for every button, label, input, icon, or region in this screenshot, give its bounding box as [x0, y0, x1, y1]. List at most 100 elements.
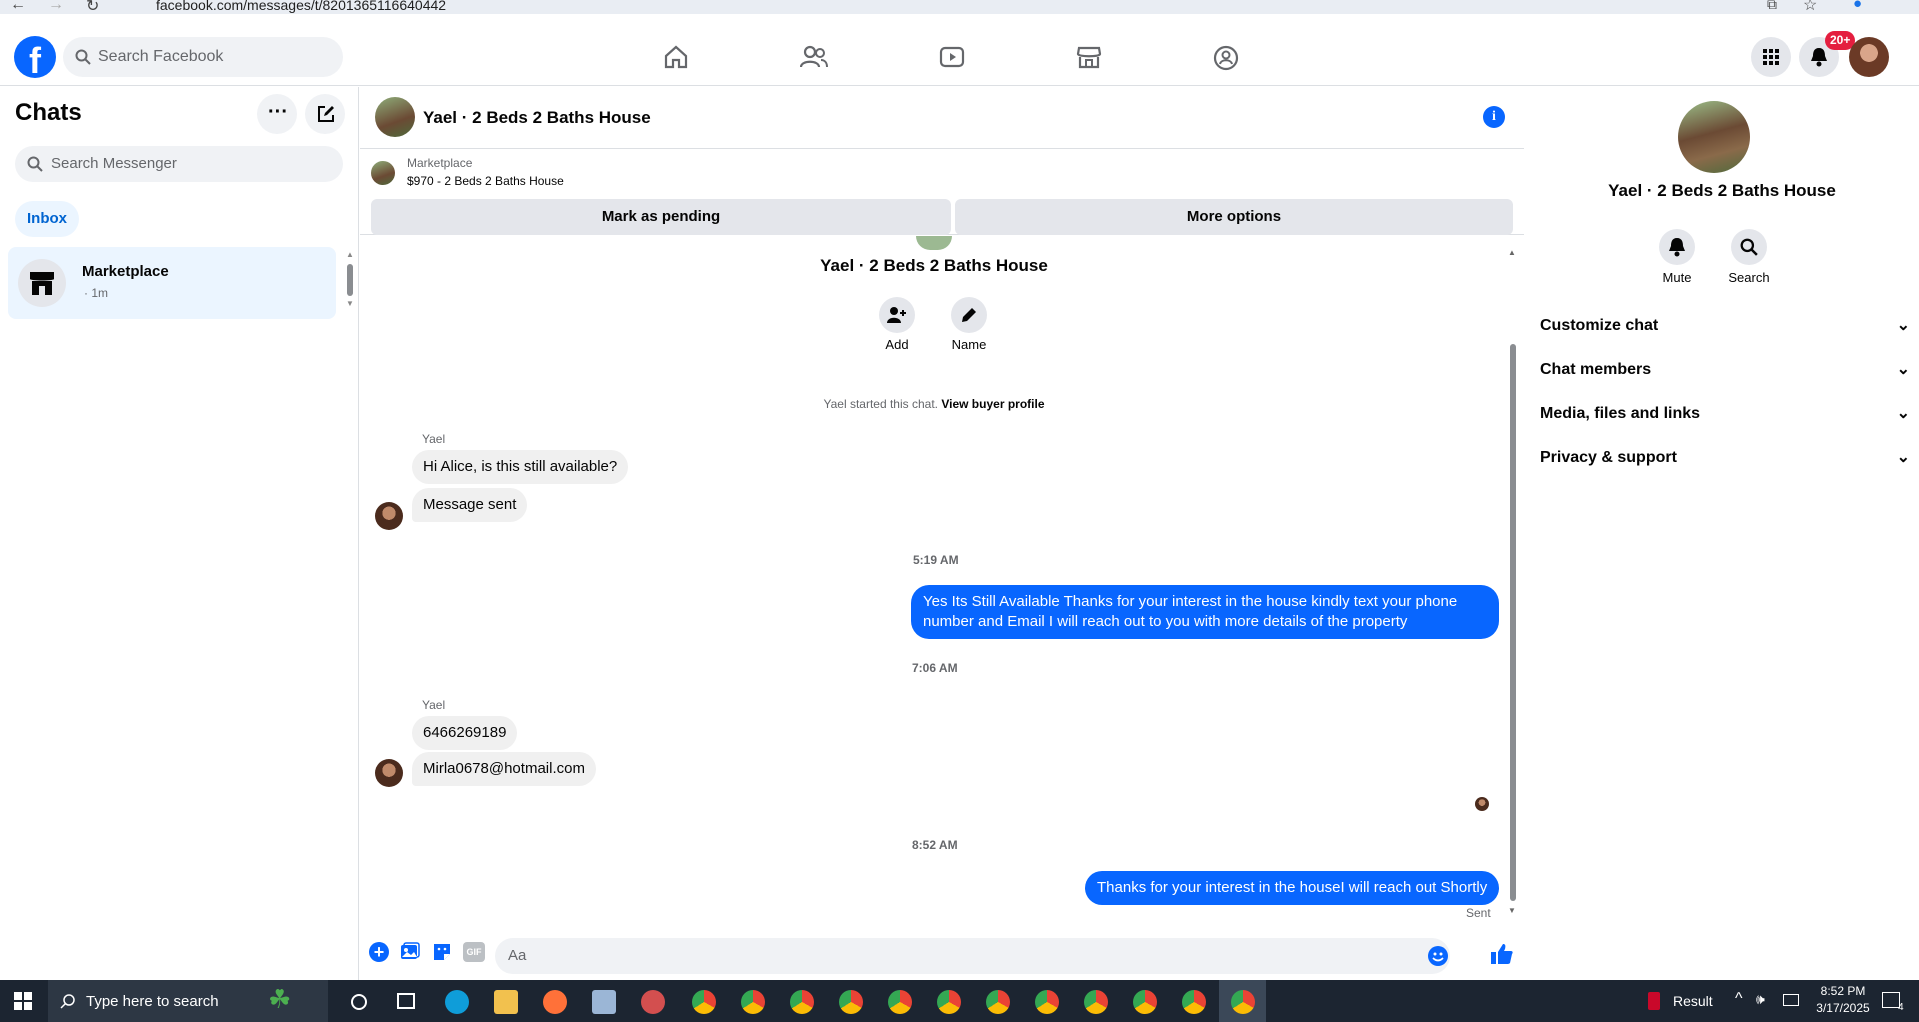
clock-time[interactable]: 8:52 PM — [1808, 984, 1878, 998]
chrome-icon[interactable] — [1084, 990, 1108, 1014]
conversation-scrollbar[interactable]: ▲ ▼ — [1508, 248, 1518, 920]
sender-avatar[interactable] — [375, 502, 403, 530]
chrome-icon[interactable] — [986, 990, 1010, 1014]
outgoing-message[interactable]: Yes Its Still Available Thanks for your … — [911, 585, 1499, 639]
chrome-icon[interactable] — [741, 990, 765, 1014]
groups-icon[interactable] — [1213, 45, 1239, 71]
thumbs-up-icon[interactable] — [1490, 942, 1514, 966]
volume-icon[interactable]: 🕪 — [1756, 991, 1765, 1008]
profile-icon[interactable]: ● — [1853, 0, 1862, 12]
chrome-icon[interactable] — [1182, 990, 1206, 1014]
search-icon — [60, 994, 75, 1009]
forward-icon[interactable]: → — [48, 0, 64, 14]
facebook-logo[interactable]: f — [14, 36, 56, 78]
privacy-support-section[interactable]: Privacy & support ⌄ — [1540, 449, 1910, 467]
compose-icon — [318, 106, 334, 122]
customize-chat-section[interactable]: Customize chat ⌄ — [1540, 317, 1910, 335]
nba-icon[interactable] — [1648, 992, 1660, 1010]
chrome-icon[interactable] — [1035, 990, 1059, 1014]
chrome-icon[interactable] — [790, 990, 814, 1014]
grid-menu-icon — [1763, 49, 1779, 65]
timestamp: 5:19 AM — [913, 553, 959, 567]
bell-icon — [1669, 238, 1685, 257]
chat-options-button[interactable]: ··· — [257, 94, 297, 134]
sender-avatar[interactable] — [375, 759, 403, 787]
incoming-message[interactable]: Hi Alice, is this still available? — [412, 450, 629, 484]
bookmark-star-icon[interactable]: ☆ — [1803, 0, 1817, 15]
new-message-button[interactable] — [305, 94, 345, 134]
chrome-icon[interactable] — [937, 990, 961, 1014]
search-icon — [1740, 238, 1758, 256]
photo-icon[interactable] — [400, 942, 420, 962]
chat-time: · 1m — [84, 286, 108, 300]
emoji-icon[interactable] — [1428, 946, 1448, 966]
messenger-search-input[interactable]: Search Messenger — [15, 146, 343, 182]
add-people-button[interactable] — [879, 297, 915, 333]
chrome-icon[interactable] — [888, 990, 912, 1014]
tray-chevron-icon[interactable]: ^ — [1735, 990, 1743, 1008]
plus-icon[interactable]: + — [369, 942, 389, 962]
browser-address-bar[interactable]: ← → ↻ facebook.com/messages/t/8201365116… — [0, 0, 1919, 15]
firefox-icon[interactable] — [543, 990, 567, 1014]
tray-result-text[interactable]: Result — [1673, 993, 1713, 1009]
back-icon[interactable]: ← — [10, 0, 26, 14]
outgoing-message[interactable]: Thanks for your interest in the houseI w… — [1085, 871, 1499, 905]
mark-as-pending-button[interactable]: Mark as pending — [371, 199, 951, 235]
marketplace-avatar — [18, 259, 66, 307]
app-icon[interactable] — [641, 990, 665, 1014]
edit-name-button[interactable] — [951, 297, 987, 333]
message-input[interactable]: Aa — [495, 938, 1450, 974]
listing-price-title[interactable]: $970 - 2 Beds 2 Baths House — [407, 174, 564, 188]
facebook-search-input[interactable]: Search Facebook — [63, 37, 343, 77]
active-app-highlight[interactable] — [1219, 980, 1266, 1022]
details-title: Yael · 2 Beds 2 Baths House — [1608, 181, 1836, 200]
chrome-icon[interactable] — [839, 990, 863, 1014]
incoming-message[interactable]: Mirla0678@hotmail.com — [412, 752, 596, 786]
menu-button[interactable] — [1751, 37, 1791, 77]
friends-icon[interactable] — [800, 45, 828, 69]
chrome-icon[interactable] — [692, 990, 716, 1014]
mute-button[interactable] — [1659, 229, 1695, 265]
tab-inbox[interactable]: Inbox — [15, 201, 79, 237]
listing-avatar[interactable] — [375, 97, 415, 137]
file-explorer-icon[interactable] — [494, 990, 518, 1014]
cortana-icon[interactable] — [351, 994, 367, 1010]
timestamp: 7:06 AM — [912, 661, 958, 675]
details-avatar[interactable] — [1678, 101, 1750, 173]
chrome-icon — [1231, 990, 1255, 1014]
notepad-icon[interactable] — [592, 990, 616, 1014]
conversation-title[interactable]: Yael · 2 Beds 2 Baths House — [423, 108, 651, 128]
url-text[interactable]: facebook.com/messages/t/8201365116640442 — [156, 0, 446, 13]
info-icon[interactable]: i — [1483, 106, 1505, 128]
chats-sidebar: Chats ··· Search Messenger Inbox Marketp… — [0, 87, 359, 980]
listing-thumbnail[interactable] — [371, 161, 395, 185]
more-options-button[interactable]: More options — [955, 199, 1513, 235]
task-view-icon[interactable] — [397, 993, 415, 1009]
shamrock-icon: ☘ — [268, 984, 292, 1014]
view-buyer-profile-link[interactable]: View buyer profile — [941, 397, 1044, 411]
windows-taskbar: Type here to search ☘ Result ^ 🕪 8:52 PM… — [0, 980, 1919, 1022]
media-files-links-section[interactable]: Media, files and links ⌄ — [1540, 405, 1910, 423]
add-label: Add — [885, 337, 909, 352]
edge-icon[interactable] — [445, 990, 469, 1014]
clock-date[interactable]: 3/17/2025 — [1808, 1001, 1878, 1015]
chat-started-notice: Yael started this chat. View buyer profi… — [360, 397, 1508, 411]
account-avatar[interactable] — [1849, 37, 1889, 77]
more-dots-icon: ··· — [268, 101, 288, 123]
home-icon[interactable] — [663, 45, 689, 69]
chat-members-section[interactable]: Chat members ⌄ — [1540, 361, 1910, 379]
gif-icon[interactable]: GIF — [463, 942, 485, 962]
windows-start-icon[interactable] — [14, 992, 32, 1010]
taskbar-search-box[interactable]: Type here to search ☘ — [48, 980, 328, 1022]
sticker-icon[interactable] — [432, 942, 452, 962]
incoming-message[interactable]: Message sent — [412, 488, 528, 522]
marketplace-icon[interactable] — [1076, 45, 1102, 69]
search-in-conversation-button[interactable] — [1731, 229, 1767, 265]
chrome-icon[interactable] — [1133, 990, 1157, 1014]
watch-icon[interactable] — [939, 45, 965, 69]
chat-list-item[interactable]: Marketplace · 1m — [8, 247, 336, 319]
sidebar-scrollbar[interactable]: ▲ ▼ — [346, 250, 354, 310]
install-icon[interactable]: ⧉ — [1767, 0, 1777, 13]
network-icon[interactable] — [1783, 994, 1799, 1006]
incoming-message[interactable]: 6466269189 — [412, 716, 518, 750]
